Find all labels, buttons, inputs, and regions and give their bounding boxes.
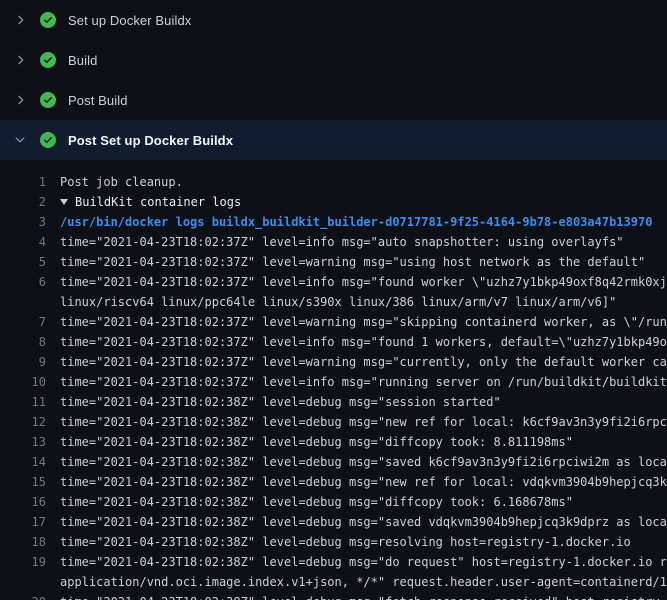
log-group-toggle[interactable]: BuildKit container logs (60, 192, 241, 212)
line-number[interactable]: 18 (0, 532, 46, 552)
log-line: 20 time="2021-04-23T18:02:38Z" level=debu… (0, 592, 667, 600)
chevron-right-icon (12, 52, 28, 68)
log-group-title: BuildKit container logs (75, 192, 241, 212)
line-number[interactable]: 5 (0, 252, 46, 272)
check-circle-icon (40, 132, 56, 148)
log-line: 10 time="2021-04-23T18:02:37Z" level=info… (0, 372, 667, 392)
line-number[interactable]: 6 (0, 272, 46, 292)
step-header-post-build[interactable]: Post Build (0, 80, 667, 120)
line-number[interactable]: 13 (0, 432, 46, 452)
log-line: 4 time="2021-04-23T18:02:37Z" level=info … (0, 232, 667, 252)
actions-log-viewer: Set up Docker Buildx Build Post Build Post … (0, 0, 667, 600)
line-number[interactable]: 2 (0, 192, 46, 212)
line-number[interactable]: 4 (0, 232, 46, 252)
log-text: time="2021-04-23T18:02:37Z" level=info m… (60, 272, 667, 292)
log-line: linux/riscv64 linux/ppc64le linux/s390x … (0, 292, 667, 312)
line-number (0, 572, 46, 592)
log-text: time="2021-04-23T18:02:37Z" level=warnin… (60, 312, 667, 332)
log-text: time="2021-04-23T18:02:38Z" level=debug … (60, 512, 667, 532)
log-line: 13 time="2021-04-23T18:02:38Z" level=debu… (0, 432, 667, 452)
line-number[interactable]: 17 (0, 512, 46, 532)
line-number[interactable]: 16 (0, 492, 46, 512)
log-line: 12 time="2021-04-23T18:02:38Z" level=debu… (0, 412, 667, 432)
log-text: time="2021-04-23T18:02:38Z" level=debug … (60, 432, 573, 452)
line-number (0, 292, 46, 312)
log-text: time="2021-04-23T18:02:38Z" level=debug … (60, 412, 667, 432)
check-circle-icon (40, 12, 56, 28)
check-circle-icon (40, 92, 56, 108)
log-line: 1 Post job cleanup. (0, 172, 667, 192)
log-text: time="2021-04-23T18:02:38Z" level=debug … (60, 392, 501, 412)
line-number[interactable]: 1 (0, 172, 46, 192)
log-line: 9 time="2021-04-23T18:02:37Z" level=warni… (0, 352, 667, 372)
log-text: time="2021-04-23T18:02:38Z" level=debug … (60, 532, 631, 552)
log-line: 17 time="2021-04-23T18:02:38Z" level=debu… (0, 512, 667, 532)
log-line: 2 BuildKit container logs (0, 192, 667, 212)
line-number[interactable]: 8 (0, 332, 46, 352)
line-number[interactable]: 3 (0, 212, 46, 232)
step-header-post-set-up-docker-buildx[interactable]: Post Set up Docker Buildx (0, 120, 667, 160)
log-line: 19 time="2021-04-23T18:02:38Z" level=debu… (0, 552, 667, 572)
log-text: time="2021-04-23T18:02:37Z" level=warnin… (60, 252, 645, 272)
line-number[interactable]: 11 (0, 392, 46, 412)
step-label: Post Set up Docker Buildx (68, 133, 233, 148)
chevron-right-icon (12, 12, 28, 28)
log-text: time="2021-04-23T18:02:38Z" level=debug … (60, 452, 667, 472)
log-text: time="2021-04-23T18:02:38Z" level=debug … (60, 492, 573, 512)
log-text: Post job cleanup. (60, 172, 183, 192)
steps-list: Set up Docker Buildx Build Post Build Post … (0, 0, 667, 160)
log-line: application/vnd.oci.image.index.v1+json,… (0, 572, 667, 592)
log-line: 8 time="2021-04-23T18:02:37Z" level=info … (0, 332, 667, 352)
log-text: time="2021-04-23T18:02:38Z" level=debug … (60, 592, 660, 600)
log-text: time="2021-04-23T18:02:38Z" level=debug … (60, 472, 667, 492)
log-command-text: /usr/bin/docker logs buildx_buildkit_bui… (60, 212, 652, 232)
chevron-down-icon (12, 132, 28, 148)
log-line: 15 time="2021-04-23T18:02:38Z" level=debu… (0, 472, 667, 492)
step-header-set-up-docker-buildx[interactable]: Set up Docker Buildx (0, 0, 667, 40)
log-line: 16 time="2021-04-23T18:02:38Z" level=debu… (0, 492, 667, 512)
log-line: 7 time="2021-04-23T18:02:37Z" level=warni… (0, 312, 667, 332)
step-log-output: 1 Post job cleanup. 2 BuildKit container lo… (0, 160, 667, 600)
line-number[interactable]: 20 (0, 592, 46, 600)
log-text: time="2021-04-23T18:02:38Z" level=debug … (60, 552, 667, 572)
log-line: 6 time="2021-04-23T18:02:37Z" level=info … (0, 272, 667, 292)
log-line: 14 time="2021-04-23T18:02:38Z" level=debu… (0, 452, 667, 472)
log-text: time="2021-04-23T18:02:37Z" level=info m… (60, 372, 667, 392)
line-number[interactable]: 12 (0, 412, 46, 432)
line-number[interactable]: 15 (0, 472, 46, 492)
log-text-wrapped: application/vnd.oci.image.index.v1+json,… (60, 572, 667, 592)
line-number[interactable]: 9 (0, 352, 46, 372)
log-line: 3/usr/bin/docker logs buildx_buildkit_bu… (0, 212, 667, 232)
line-number[interactable]: 19 (0, 552, 46, 572)
chevron-right-icon (12, 92, 28, 108)
log-line: 18 time="2021-04-23T18:02:38Z" level=debu… (0, 532, 667, 552)
step-header-build[interactable]: Build (0, 40, 667, 80)
check-circle-icon (40, 52, 56, 68)
log-text: time="2021-04-23T18:02:37Z" level=info m… (60, 232, 624, 252)
step-label: Set up Docker Buildx (68, 13, 191, 28)
log-text: time="2021-04-23T18:02:37Z" level=info m… (60, 332, 667, 352)
line-number[interactable]: 10 (0, 372, 46, 392)
log-text-wrapped: linux/riscv64 linux/ppc64le linux/s390x … (60, 292, 616, 312)
log-line: 5 time="2021-04-23T18:02:37Z" level=warni… (0, 252, 667, 272)
line-number[interactable]: 14 (0, 452, 46, 472)
triangle-down-icon (60, 199, 68, 205)
log-line: 11 time="2021-04-23T18:02:38Z" level=debu… (0, 392, 667, 412)
log-text: time="2021-04-23T18:02:37Z" level=warnin… (60, 352, 667, 372)
line-number[interactable]: 7 (0, 312, 46, 332)
step-label: Build (68, 53, 97, 68)
step-label: Post Build (68, 93, 128, 108)
